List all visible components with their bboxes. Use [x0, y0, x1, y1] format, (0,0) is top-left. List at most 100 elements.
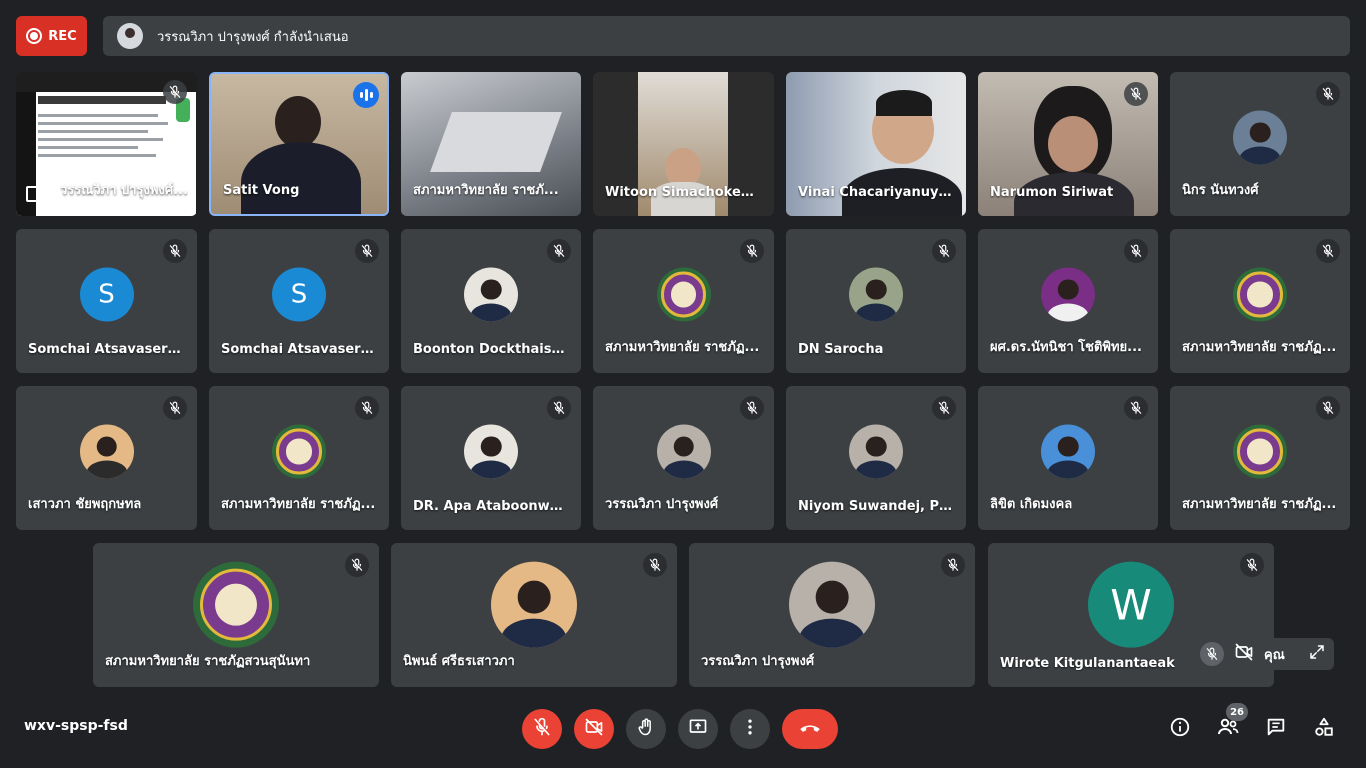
meeting-details-button[interactable]: [1164, 713, 1196, 745]
participant-name: นิกร นันทวงศ์: [1182, 183, 1259, 198]
mic-off-icon: [163, 396, 187, 420]
self-view-panel[interactable]: คุณ: [1192, 638, 1334, 670]
present-screen-icon: [26, 186, 46, 202]
participant-avatar: [849, 424, 903, 479]
participants-button[interactable]: 26: [1212, 703, 1248, 745]
participant-name: Somchai Atsavaseran...: [28, 342, 185, 357]
university-emblem-avatar: [1233, 267, 1287, 322]
participant-name: DR. Apa Ataboonwon...: [413, 499, 569, 514]
participant-name: Somchai Atsavaseran...: [221, 342, 377, 357]
participant-tile[interactable]: Niyom Suwandej, Ph.D.: [786, 386, 966, 530]
participant-tile[interactable]: นิกร นันทวงศ์: [1170, 72, 1350, 216]
present-now-button[interactable]: [678, 709, 718, 749]
participant-name: Vinai Chacariyanuyok: [798, 185, 954, 200]
participant-tile[interactable]: Vinai Chacariyanuyok: [786, 72, 966, 216]
mic-off-icon: [1124, 82, 1148, 106]
mic-off-icon: [941, 553, 965, 577]
participant-tile[interactable]: ลิขิต เกิดมงคล: [978, 386, 1158, 530]
participant-avatar: [1041, 424, 1095, 479]
participant-name: ผศ.ดร.นัทนิชา โชติพิทย...: [990, 340, 1142, 355]
mic-off-icon: [1240, 553, 1264, 577]
participant-tile[interactable]: สภามหาวิทยาลัย ราชภัฏสวนสุนันทา: [93, 543, 379, 687]
participant-tile[interactable]: สภามหาวิทยาลัย ราชภั...: [401, 72, 581, 216]
mic-off-icon: [163, 80, 187, 104]
presenting-banner[interactable]: วรรณวิภา ปารุงพงศ์ กำลังนำเสนอ: [103, 16, 1350, 56]
leave-call-button[interactable]: [782, 709, 838, 749]
participant-avatar: W: [1088, 561, 1174, 648]
participant-avatar: [789, 561, 875, 648]
mic-off-icon: [547, 396, 571, 420]
participant-tile[interactable]: วรรณวิภา ปารุงพงศ์: [593, 386, 774, 530]
participant-name: Witoon Simachoked...: [605, 185, 762, 200]
camera-off-icon[interactable]: [1234, 642, 1254, 666]
participant-tile[interactable]: วรรณวิภา ปารุงพงศ์: [689, 543, 975, 687]
participant-name: Niyom Suwandej, Ph.D.: [798, 499, 954, 514]
participant-name: วรรณวิภา ปารุงพงศ์...: [60, 183, 188, 198]
toggle-mic-button[interactable]: [522, 709, 562, 749]
participant-name: สภามหาวิทยาลัย ราชภัฏ...: [1182, 340, 1337, 355]
university-emblem-avatar: [656, 267, 711, 322]
participant-avatar: [849, 267, 903, 322]
participant-tile[interactable]: Witoon Simachoked...: [593, 72, 774, 216]
participants-count-badge: 26: [1226, 703, 1248, 721]
university-emblem-avatar: [272, 424, 326, 479]
participant-avatar: [1041, 267, 1095, 322]
participant-name: นิพนธ์ ศรีธรเสาวภา: [403, 654, 515, 669]
mic-off-icon: [932, 239, 956, 263]
camera-off-icon: [584, 717, 604, 741]
toggle-camera-button[interactable]: [574, 709, 614, 749]
speaking-indicator: [353, 82, 379, 108]
participant-tile[interactable]: วรรณวิภา ปารุงพงศ์...: [16, 72, 197, 216]
participant-name: วรรณวิภา ปารุงพงศ์: [605, 497, 719, 512]
participant-tile[interactable]: DN Sarocha: [786, 229, 966, 373]
info-icon: [1169, 716, 1191, 742]
participant-tile[interactable]: Satit Vong: [209, 72, 389, 216]
participant-name: สภามหาวิทยาลัย ราชภั...: [413, 183, 559, 198]
participant-avatar: [464, 424, 518, 479]
mic-off-icon: [932, 396, 956, 420]
participant-tile[interactable]: Narumon Siriwat: [978, 72, 1158, 216]
raise-hand-button[interactable]: [626, 709, 666, 749]
mic-off-icon: [643, 553, 667, 577]
participant-name: Satit Vong: [223, 183, 300, 198]
participant-tile[interactable]: ผศ.ดร.นัทนิชา โชติพิทย...: [978, 229, 1158, 373]
participant-avatar: S: [79, 267, 134, 322]
participant-tile[interactable]: Boonton Dockthaisong: [401, 229, 581, 373]
record-icon: [26, 28, 43, 44]
raise-hand-icon: [636, 717, 656, 741]
recording-indicator[interactable]: REC: [16, 16, 87, 56]
mic-off-icon: [163, 239, 187, 263]
meeting-code: wxv-spsp-fsd: [24, 718, 128, 734]
participant-tile[interactable]: เสาวภา ชัยพฤกษทล: [16, 386, 197, 530]
participant-name: Boonton Dockthaisong: [413, 342, 569, 357]
mic-off-icon[interactable]: [1200, 642, 1224, 666]
participant-avatar: S: [272, 267, 326, 322]
participant-tile[interactable]: สภามหาวิทยาลัย ราชภัฏ...: [209, 386, 389, 530]
activities-button[interactable]: [1308, 713, 1340, 745]
participant-tile[interactable]: สภามหาวิทยาลัย ราชภัฏ...: [1170, 229, 1350, 373]
presenter-avatar: [117, 23, 143, 49]
present-screen-icon: [688, 717, 708, 741]
mic-off-icon: [532, 717, 552, 741]
participant-name: Narumon Siriwat: [990, 185, 1114, 200]
participant-tile[interactable]: สภามหาวิทยาลัย ราชภัฏ...: [593, 229, 774, 373]
participant-tile[interactable]: สภามหาวิทยาลัย ราชภัฏ...: [1170, 386, 1350, 530]
activities-icon: [1313, 716, 1335, 742]
chat-button[interactable]: [1260, 713, 1292, 745]
participant-tile[interactable]: DR. Apa Ataboonwon...: [401, 386, 581, 530]
participant-avatar: [79, 424, 134, 479]
participant-name: ลิขิต เกิดมงคล: [990, 497, 1073, 512]
university-emblem-avatar: [1233, 424, 1287, 479]
participant-name: สภามหาวิทยาลัย ราชภัฏ...: [1182, 497, 1337, 512]
participant-name: Wirote Kitgulanantaeak: [1000, 656, 1175, 671]
call-end-icon: [797, 714, 823, 744]
mic-off-icon: [1316, 239, 1340, 263]
mic-off-icon: [355, 239, 379, 263]
participant-tile[interactable]: นิพนธ์ ศรีธรเสาวภา: [391, 543, 677, 687]
more-options-button[interactable]: [730, 709, 770, 749]
participant-tile[interactable]: S Somchai Atsavaseran...: [209, 229, 389, 373]
mic-off-icon: [355, 396, 379, 420]
participant-tile[interactable]: S Somchai Atsavaseran...: [16, 229, 197, 373]
expand-icon[interactable]: [1308, 643, 1326, 665]
participant-name: สภามหาวิทยาลัย ราชภัฏ...: [221, 497, 376, 512]
